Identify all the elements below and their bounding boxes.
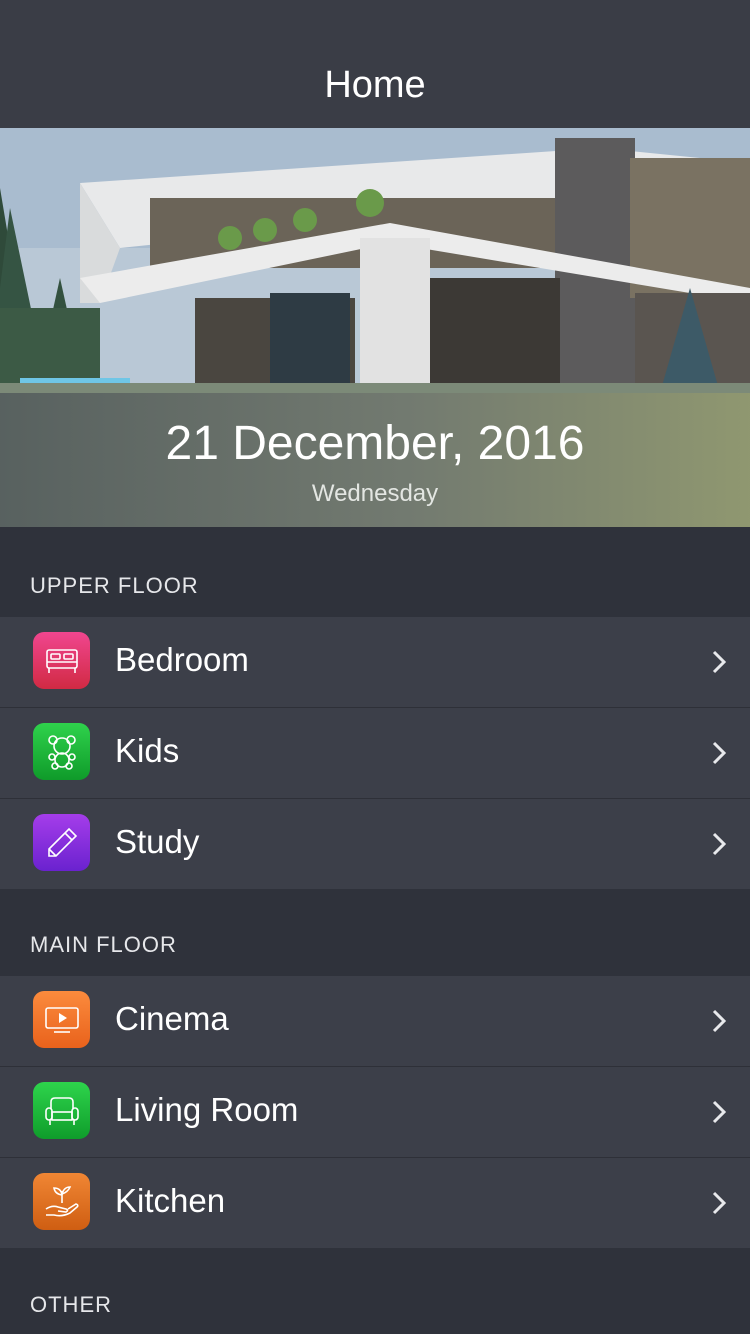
current-date: 21 December, 2016 <box>165 417 585 470</box>
room-row-cinema[interactable]: Cinema <box>0 976 750 1067</box>
page-title: Home <box>324 64 426 106</box>
room-label: Living Room <box>115 1091 299 1128</box>
teddy-bear-icon <box>33 723 90 780</box>
armchair-icon <box>33 1082 90 1139</box>
room-list-main-floor: Cinema Living Room Kitchen <box>0 976 750 1248</box>
plant-hand-icon <box>33 1173 90 1230</box>
chevron-right-icon <box>712 1009 726 1033</box>
room-row-living-room[interactable]: Living Room <box>0 1067 750 1158</box>
chevron-right-icon <box>712 832 726 856</box>
chevron-right-icon <box>712 650 726 674</box>
room-row-kitchen[interactable]: Kitchen <box>0 1158 750 1248</box>
room-label: Kids <box>115 732 180 769</box>
hero-banner: 21 December, 2016 Wednesday <box>0 128 750 527</box>
section-header-main-floor: MAIN FLOOR <box>30 932 177 957</box>
room-row-kids[interactable]: Kids <box>0 708 750 799</box>
section-header-other: OTHER <box>30 1292 112 1317</box>
chevron-right-icon <box>712 741 726 765</box>
navigation-bar: Home <box>0 0 750 129</box>
room-label: Bedroom <box>115 641 249 678</box>
room-label: Study <box>115 823 200 860</box>
pencil-icon <box>33 814 90 871</box>
current-weekday: Wednesday <box>311 480 439 507</box>
section-header-upper-floor: UPPER FLOOR <box>30 573 199 598</box>
room-label: Cinema <box>115 1000 229 1037</box>
room-row-bedroom[interactable]: Bedroom <box>0 617 750 708</box>
bed-icon <box>33 632 90 689</box>
room-label: Kitchen <box>115 1182 226 1219</box>
chevron-right-icon <box>712 1100 726 1124</box>
chevron-right-icon <box>712 1191 726 1215</box>
tv-play-icon <box>33 991 90 1048</box>
room-list-upper-floor: Bedroom Kids Study <box>0 617 750 889</box>
room-row-study[interactable]: Study <box>0 799 750 889</box>
